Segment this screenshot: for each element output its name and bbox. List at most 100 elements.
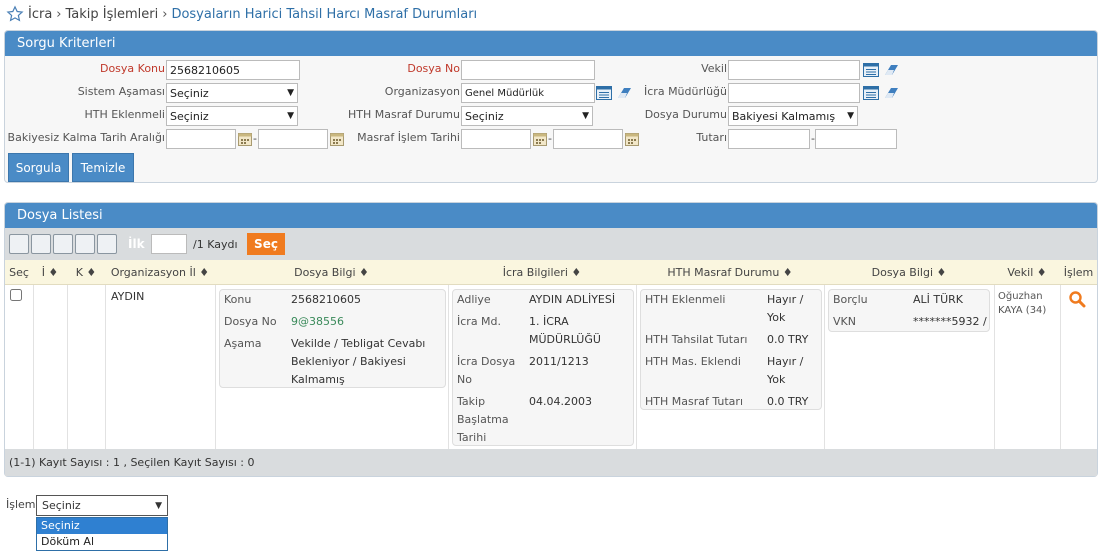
refresh-icon[interactable]: [97, 234, 117, 254]
dosya-no-label: Dosya No: [224, 315, 277, 328]
organizasyon-input[interactable]: [461, 83, 595, 103]
calendar-icon[interactable]: [238, 132, 252, 146]
hth-eklenmeli-select[interactable]: Seçiniz ▼: [166, 106, 298, 126]
hth-masraf-durumu-value: Seçiniz: [465, 109, 504, 123]
chevron-down-icon: ▼: [155, 500, 162, 511]
islem-dropdown: Seçiniz Döküm Al: [36, 517, 168, 551]
star-icon[interactable]: [6, 5, 24, 23]
col-dosya-bilgi[interactable]: Dosya Bilgi ♦: [215, 260, 448, 285]
eraser-icon[interactable]: [883, 86, 899, 100]
masraf-tarih-label: Masraf İşlem Tarihi: [357, 131, 460, 144]
islem-select[interactable]: Seçiniz ▼: [36, 495, 168, 516]
dosya-no-link[interactable]: 9@38556: [291, 313, 344, 331]
hth-eklenmeli-value: Hayır / Yok: [767, 293, 804, 324]
asama-value: Vekilde / Tebligat Cevabı Bekleniyor / B…: [291, 337, 426, 386]
grid-toolbar: İlk /1 Kaydı Seç: [5, 228, 1097, 260]
breadcrumb: İcra › Takip İşlemleri › Dosyaların Hari…: [6, 4, 477, 24]
eraser-icon[interactable]: [883, 63, 899, 77]
vekil-input[interactable]: [728, 60, 860, 80]
sistem-asamasi-select[interactable]: Seçiniz ▼: [166, 83, 298, 103]
dosya-konu-label: Dosya Konu: [99, 62, 165, 75]
dosya-bilgi-card: Konu 2568210605 Dosya No 9@38556 Aşama V…: [219, 289, 446, 388]
sistem-asamasi-value: Seçiniz: [170, 86, 209, 100]
date-range-dash: -: [253, 132, 257, 145]
deselect-all-icon[interactable]: [31, 234, 51, 254]
first-page-label[interactable]: İlk: [128, 237, 145, 251]
konu-label: Konu: [224, 293, 252, 306]
col-sec[interactable]: Seç: [5, 260, 33, 285]
organizasyon-label: Organizasyon: [384, 85, 460, 98]
hth-eklenmeli-value: Seçiniz: [170, 109, 209, 123]
table-row: AYDIN Konu 2568210605 Dosya No 9@38556 A…: [5, 285, 1097, 449]
list-picker-icon[interactable]: [863, 86, 879, 100]
breadcrumb-separator: ›: [56, 6, 62, 22]
icra-md-label: İcra Md.: [457, 315, 502, 328]
dosya-durumu-value: Bakiyesi Kalmamış: [732, 109, 836, 123]
breadcrumb-item-icra[interactable]: İcra: [28, 7, 52, 22]
grid-footer: (1-1) Kayıt Sayısı : 1 , Seçilen Kayıt S…: [5, 449, 1097, 476]
islem-option-seciniz[interactable]: Seçiniz: [37, 518, 167, 534]
borclu-label: Borçlu: [833, 293, 868, 306]
list-panel: Dosya Listesi İlk /1 Kaydı Seç Seç İ ♦ K…: [4, 202, 1098, 477]
col-hth-masraf[interactable]: HTH Masraf Durumu ♦: [636, 260, 824, 285]
chevron-down-icon: ▼: [582, 111, 589, 121]
hth-masraf-tutari-label: HTH Masraf Tutarı: [645, 395, 744, 408]
tutari-to[interactable]: [815, 129, 897, 149]
col-organizasyon[interactable]: Organizasyon İl ♦: [105, 260, 215, 285]
list-panel-title: Dosya Listesi: [5, 203, 1097, 228]
bakiyesiz-tarih-label: Bakiyesiz Kalma Tarih Aralığı: [7, 131, 165, 144]
temizle-button[interactable]: Temizle: [72, 153, 134, 182]
vekil-label: Vekil: [701, 62, 727, 75]
check-list-icon[interactable]: [53, 234, 73, 254]
breadcrumb-item-takip[interactable]: Takip İşlemleri: [66, 7, 159, 22]
col-dosya-bilgi-2[interactable]: Dosya Bilgi ♦: [824, 260, 994, 285]
borclu-value: ALİ TÜRK: [913, 293, 964, 306]
col-icra-bilgileri[interactable]: İcra Bilgileri ♦: [448, 260, 636, 285]
uncheck-list-icon[interactable]: [75, 234, 95, 254]
col-i[interactable]: İ ♦: [33, 260, 67, 285]
icra-mudurlugu-input[interactable]: [728, 83, 860, 103]
hth-tahsilat-value: 0.0 TRY: [767, 333, 809, 346]
tutari-from[interactable]: [728, 129, 810, 149]
list-picker-icon[interactable]: [863, 63, 879, 77]
col-vekil[interactable]: Vekil ♦: [994, 260, 1060, 285]
col-k[interactable]: K ♦: [67, 260, 105, 285]
breadcrumb-separator: ›: [162, 6, 168, 22]
dosya-durumu-label: Dosya Durumu: [644, 108, 727, 121]
breadcrumb-item-current: Dosyaların Harici Tahsil Harcı Masraf Du…: [171, 6, 478, 22]
date-range-dash: -: [548, 132, 552, 145]
dosya-konu-input[interactable]: [166, 60, 300, 80]
chevron-down-icon: ▼: [287, 111, 294, 121]
chevron-down-icon: ▼: [287, 88, 294, 98]
takip-tarih-label: Takip Başlatma Tarihi: [457, 395, 509, 444]
hth-masraf-tutari-value: 0.0 TRY: [767, 395, 809, 408]
islem-option-dokum-al[interactable]: Döküm Al: [37, 534, 167, 550]
dosya-durumu-select[interactable]: Bakiyesi Kalmamış ▼: [728, 106, 858, 126]
row-checkbox[interactable]: [10, 289, 22, 301]
hth-mas-eklendi-value: Hayır / Yok: [767, 355, 804, 386]
dosya-no-label: Dosya No: [407, 62, 460, 75]
select-all-icon[interactable]: [9, 234, 29, 254]
icra-md-value: 1. İCRA MÜDÜRLÜĞÜ: [529, 315, 601, 346]
dosya-no-input[interactable]: [461, 60, 595, 80]
vkn-label: VKN: [833, 315, 856, 328]
search-icon[interactable]: [1068, 290, 1086, 308]
bakiyesiz-tarih-from[interactable]: [166, 129, 236, 149]
adliye-label: Adliye: [457, 293, 491, 306]
col-islem: İşlem: [1063, 266, 1094, 279]
icra-dosya-no-label: İcra Dosya No: [457, 355, 516, 386]
sec-button[interactable]: Seç: [247, 233, 285, 255]
hth-masraf-durumu-select[interactable]: Seçiniz ▼: [461, 106, 593, 126]
chevron-down-icon: ▼: [847, 111, 854, 121]
adliye-value: AYDIN ADLİYESİ: [529, 293, 616, 306]
page-input[interactable]: [151, 234, 187, 254]
calendar-icon[interactable]: [533, 132, 547, 146]
criteria-panel-title: Sorgu Kriterleri: [5, 31, 1097, 56]
criteria-panel: Sorgu Kriterleri Dosya Konu Dosya No Vek…: [4, 30, 1098, 183]
sorgula-button[interactable]: Sorgula: [8, 153, 69, 182]
row-vekil: Oğuzhan KAYA (34): [998, 291, 1047, 316]
masraf-tarih-from[interactable]: [461, 129, 531, 149]
hth-eklenmeli-label: HTH Eklenmeli: [645, 293, 726, 306]
row-organizasyon: AYDIN: [111, 290, 145, 303]
icra-mudurlugu-label: İcra Müdürlüğü: [644, 85, 727, 98]
